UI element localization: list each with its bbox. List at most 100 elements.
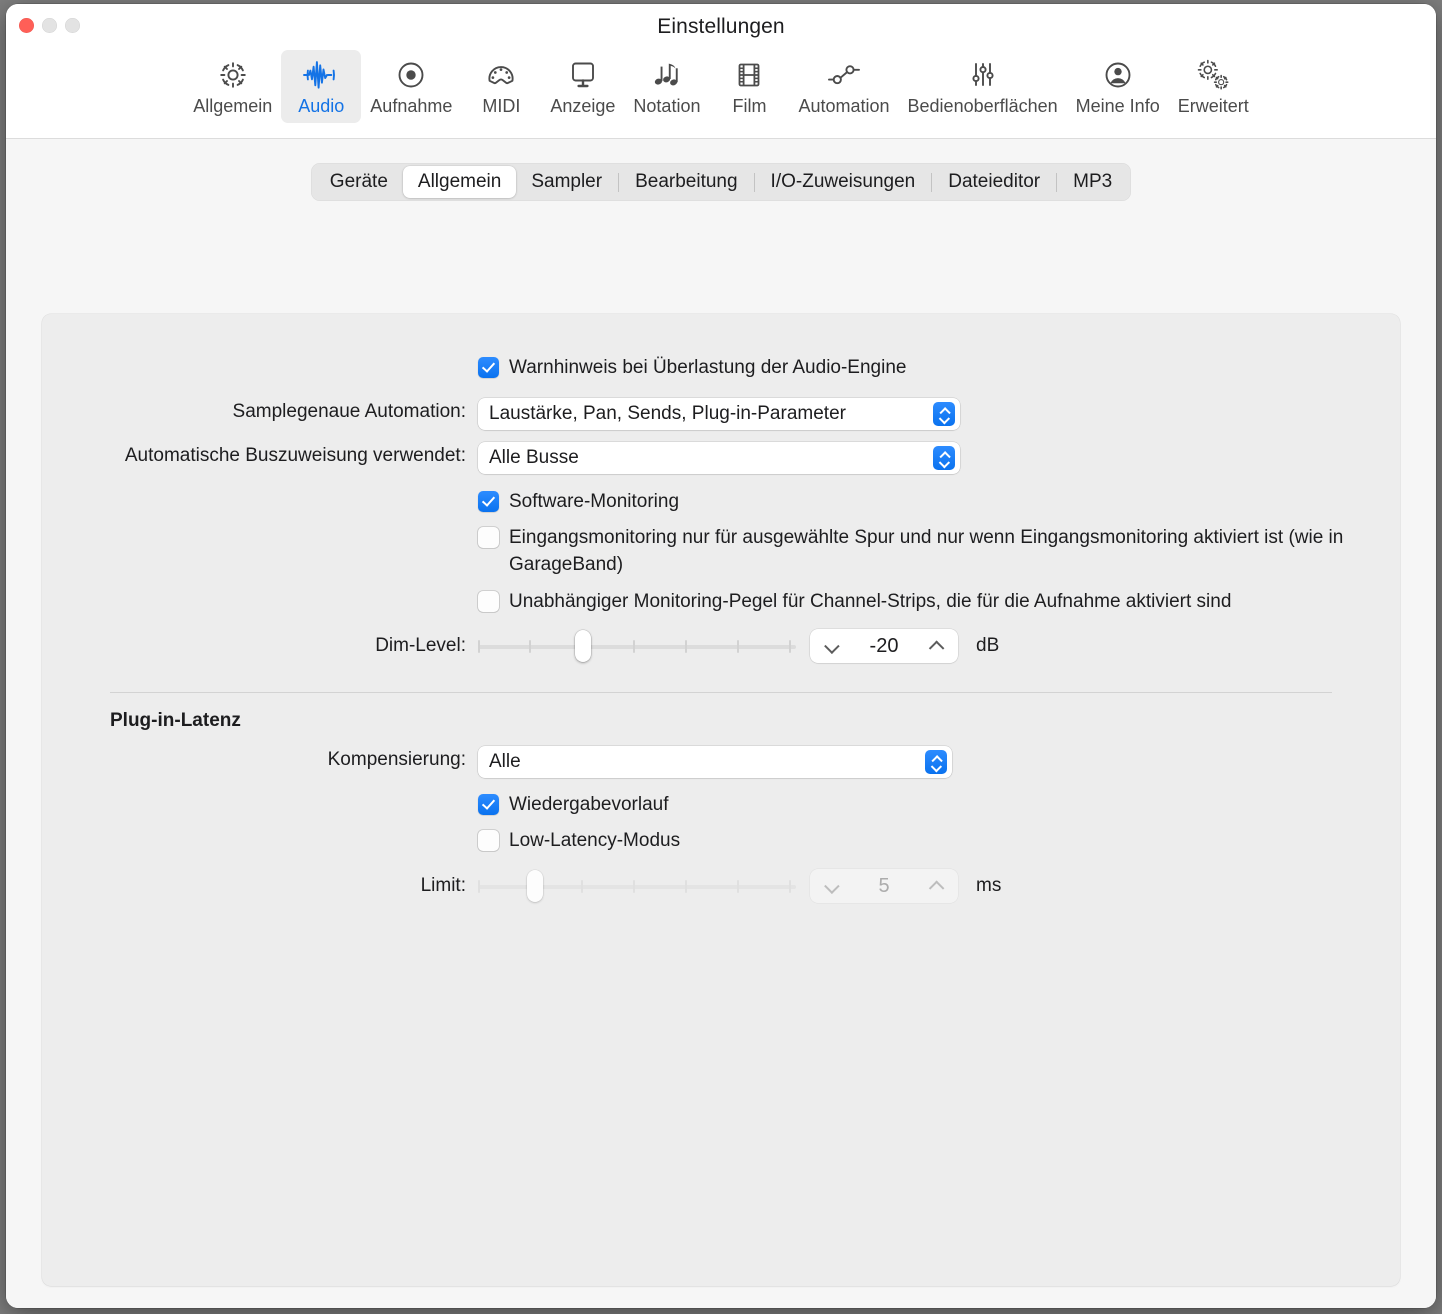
row-dim-level: Dim-Level: -20 dB xyxy=(42,629,1400,663)
checkbox-indicator[interactable] xyxy=(478,830,499,851)
stepper-decrement-icon[interactable] xyxy=(824,881,840,891)
toolbar-item-label: Film xyxy=(732,96,767,116)
row-low-latency-mode: Low-Latency-Modus xyxy=(42,827,1400,855)
chevron-updown-icon[interactable] xyxy=(925,750,947,774)
row-limit: Limit: 5 ms xyxy=(42,869,1400,903)
toolbar-item-allgemein[interactable]: Allgemein xyxy=(184,50,281,123)
stepper-increment-icon[interactable] xyxy=(928,641,944,651)
automation-nodes-icon xyxy=(824,55,864,95)
tab-separator xyxy=(931,172,933,192)
waveform-icon xyxy=(301,55,341,95)
window-titlebar: Einstellungen xyxy=(6,4,1436,48)
tab-separator xyxy=(1056,172,1058,192)
checkbox-indicator[interactable] xyxy=(478,794,499,815)
stepper-increment-icon[interactable] xyxy=(928,881,944,891)
row-compensation: Kompensierung: Alle xyxy=(42,746,1400,778)
double-gear-icon xyxy=(1194,55,1232,95)
checkbox-label: Warnhinweis bei Überlastung der Audio-En… xyxy=(509,357,907,378)
slider-thumb[interactable] xyxy=(527,870,543,902)
checkbox-label: Low-Latency-Modus xyxy=(509,830,681,851)
screenshot-root: Einstellungen Allgemein Audio Aufnahme M… xyxy=(0,0,1442,1314)
tab-separator xyxy=(753,172,755,192)
checkbox-input-monitoring-selected-track[interactable]: Eingangsmonitoring nur für ausgewählte S… xyxy=(478,524,1389,578)
gear-icon xyxy=(215,55,251,95)
checkbox-independent-monitoring-level[interactable]: Unabhängiger Monitoring-Pegel für Channe… xyxy=(478,588,1400,615)
tab-separator xyxy=(618,172,620,192)
popup-value: Alle xyxy=(489,751,521,772)
toolbar-item-label: Meine Info xyxy=(1075,96,1160,116)
faders-icon xyxy=(965,55,1001,95)
slider-thumb[interactable] xyxy=(575,630,591,662)
row-independent-monitoring-level: Unabhängiger Monitoring-Pegel für Channe… xyxy=(42,588,1400,616)
toolbar-item-label: Audio xyxy=(298,96,345,116)
toolbar-item-label: Bedienoberflächen xyxy=(907,96,1058,116)
tab-geraete[interactable]: Geräte xyxy=(315,166,403,198)
toolbar-item-automation[interactable]: Automation xyxy=(789,50,898,123)
toolbar-item-anzeige[interactable]: Anzeige xyxy=(541,50,624,123)
checkbox-low-latency-mode[interactable]: Low-Latency-Modus xyxy=(478,827,680,854)
row-overload-warning: Warnhinweis bei Überlastung der Audio-En… xyxy=(42,354,1400,382)
unit-dim-level: dB xyxy=(976,635,1000,656)
popup-value: Alle Busse xyxy=(489,447,579,468)
toolbar-item-film[interactable]: Film xyxy=(709,50,789,123)
toolbar-item-aufnahme[interactable]: Aufnahme xyxy=(361,50,461,123)
preferences-window: Einstellungen Allgemein Audio Aufnahme M… xyxy=(6,4,1436,1308)
slider-dim-level[interactable] xyxy=(478,630,796,662)
settings-panel: Warnhinweis bei Überlastung der Audio-En… xyxy=(42,314,1400,1286)
label-sample-accurate-automation: Samplegenaue Automation: xyxy=(232,401,466,422)
checkbox-indicator[interactable] xyxy=(478,491,499,512)
checkbox-indicator[interactable] xyxy=(478,357,499,378)
popup-sample-accurate-automation[interactable]: Laustärke, Pan, Sends, Plug-in-Parameter xyxy=(478,398,960,430)
toolbar-item-meine-info[interactable]: Meine Info xyxy=(1067,50,1169,123)
toolbar-item-label: Aufnahme xyxy=(370,96,453,116)
stepper-limit[interactable]: 5 xyxy=(810,869,958,903)
checkbox-indicator[interactable] xyxy=(478,527,499,548)
tab-dateieditor[interactable]: Dateieditor xyxy=(933,166,1055,198)
stepper-value: 5 xyxy=(878,874,890,897)
checkbox-label: Unabhängiger Monitoring-Pegel für Channe… xyxy=(509,591,1232,612)
checkbox-label: Wiedergabevorlauf xyxy=(509,794,669,815)
toolbar-item-audio[interactable]: Audio xyxy=(281,50,362,123)
section-divider xyxy=(110,692,1332,693)
checkbox-label: Eingangsmonitoring nur für ausgewählte S… xyxy=(509,527,1344,575)
stepper-decrement-icon[interactable] xyxy=(824,641,840,651)
toolbar-item-label: Notation xyxy=(633,96,701,116)
popup-value: Laustärke, Pan, Sends, Plug-in-Parameter xyxy=(489,403,846,424)
checkbox-overload-warning[interactable]: Warnhinweis bei Überlastung der Audio-En… xyxy=(478,354,906,381)
stepper-dim-level[interactable]: -20 xyxy=(810,629,958,663)
row-sample-accurate-automation: Samplegenaue Automation: Laustärke, Pan,… xyxy=(42,398,1400,430)
toolbar-item-midi[interactable]: MIDI xyxy=(461,50,541,123)
tab-bearbeitung[interactable]: Bearbeitung xyxy=(620,166,752,198)
label-compensation: Kompensierung: xyxy=(327,749,466,770)
tab-group: Geräte Allgemein Sampler Bearbeitung I/O… xyxy=(310,163,1132,201)
row-automatic-bus-assignment: Automatische Buszuweisung verwendet: All… xyxy=(42,442,1400,474)
toolbar-item-bedienoberflaechen[interactable]: Bedienoberflächen xyxy=(899,50,1067,123)
toolbar-item-erweitert[interactable]: Erweitert xyxy=(1169,50,1258,123)
checkbox-software-monitoring[interactable]: Software-Monitoring xyxy=(478,488,679,515)
display-monitor-icon xyxy=(565,55,601,95)
checkbox-indicator[interactable] xyxy=(478,591,499,612)
music-notes-icon xyxy=(649,55,685,95)
popup-automatic-bus-assignment[interactable]: Alle Busse xyxy=(478,442,960,474)
slider-ticks xyxy=(478,880,796,893)
section-title-plugin-latency: Plug-in-Latenz xyxy=(110,710,241,731)
tab-mp3[interactable]: MP3 xyxy=(1058,166,1127,198)
popup-compensation[interactable]: Alle xyxy=(478,746,952,778)
row-software-monitoring: Software-Monitoring xyxy=(42,488,1400,516)
unit-limit: ms xyxy=(976,875,1002,896)
slider-ticks xyxy=(478,640,796,653)
toolbar-item-notation[interactable]: Notation xyxy=(624,50,709,123)
chevron-updown-icon[interactable] xyxy=(933,402,955,426)
tab-allgemein[interactable]: Allgemein xyxy=(402,166,517,198)
chevron-updown-icon[interactable] xyxy=(933,446,955,470)
label-automatic-bus-assignment: Automatische Buszuweisung verwendet: xyxy=(124,445,466,466)
tab-io-zuweisungen[interactable]: I/O-Zuweisungen xyxy=(756,166,931,198)
record-circle-icon xyxy=(393,55,429,95)
tab-sampler[interactable]: Sampler xyxy=(516,166,617,198)
checkbox-playback-prerun[interactable]: Wiedergabevorlauf xyxy=(478,791,668,818)
slider-limit[interactable] xyxy=(478,870,796,902)
row-input-monitoring-selected-track: Eingangsmonitoring nur für ausgewählte S… xyxy=(42,524,1400,578)
toolbar-item-label: Erweitert xyxy=(1177,96,1249,116)
preferences-toolbar: Allgemein Audio Aufnahme MIDI Anzeige No… xyxy=(6,48,1436,139)
stepper-value: -20 xyxy=(869,634,899,657)
